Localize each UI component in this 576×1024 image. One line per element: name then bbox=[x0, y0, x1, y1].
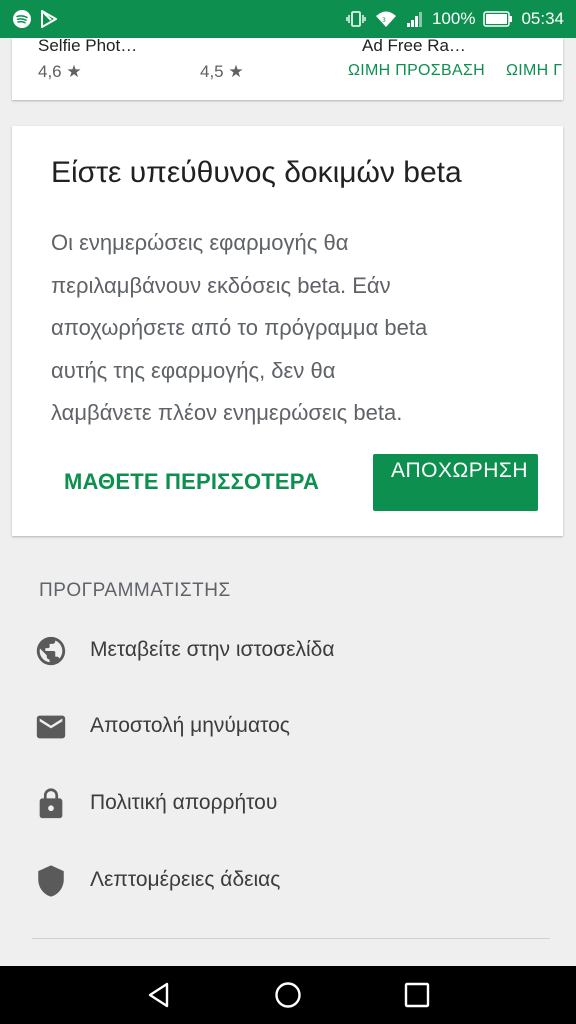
beta-description-line: αυτής της εφαρμογής, δεν θα bbox=[51, 357, 336, 383]
wifi-icon: 3 bbox=[374, 9, 398, 29]
system-navigation-bar bbox=[0, 966, 576, 1024]
developer-item-label: Πολιτική απορρήτου bbox=[90, 791, 278, 814]
globe-icon bbox=[34, 634, 68, 668]
similar-apps-card: Selfie Phot… 4,6 ★ 4,5 ★ Ad Free Ra… ΩΙΜ… bbox=[12, 38, 563, 100]
developer-item-website[interactable]: Μεταβείτε στην ιστοσελίδα bbox=[0, 622, 576, 682]
app-rating: 4,5 ★ bbox=[200, 62, 244, 81]
app-access-label: ΩΙΜΗ ΠΡΟΣΒΑΣΗ bbox=[348, 62, 485, 79]
app-name: Selfie Phot… bbox=[38, 38, 138, 55]
app-rating: 4,6 ★ bbox=[38, 62, 82, 81]
beta-title: Είστε υπεύθυνος δοκιμών beta bbox=[51, 156, 462, 189]
home-icon[interactable] bbox=[272, 979, 304, 1011]
developer-item-privacy[interactable]: Πολιτική απορρήτου bbox=[0, 775, 576, 835]
developer-item-label: Αποστολή μηνύματος bbox=[90, 714, 290, 737]
app-access-label: ΩΙΜΗ Γ bbox=[506, 62, 563, 79]
back-icon[interactable] bbox=[143, 979, 175, 1011]
play-store-notification-icon bbox=[40, 9, 58, 29]
developer-item-license[interactable]: Λεπτομέρειες άδειας bbox=[0, 852, 576, 912]
clock: 05:34 bbox=[521, 9, 564, 28]
vibrate-icon bbox=[346, 9, 366, 29]
recents-icon[interactable] bbox=[401, 979, 433, 1011]
beta-tester-card: Είστε υπεύθυνος δοκιμών beta Οι ενημερώσ… bbox=[12, 126, 563, 536]
developer-item-label: Λεπτομέρειες άδειας bbox=[90, 868, 281, 891]
spotify-icon bbox=[12, 9, 32, 29]
developer-section-header: ΠΡΟΓΡΑΜΜΑΤΙΣΤΗΣ bbox=[39, 580, 231, 601]
app-name: Ad Free Ra… bbox=[362, 38, 466, 55]
beta-description-line: περιλαμβάνουν εκδόσεις beta. Εάν bbox=[51, 272, 391, 298]
battery-icon bbox=[483, 11, 513, 27]
battery-percent: 100% bbox=[431, 9, 476, 28]
lock-icon bbox=[34, 787, 68, 821]
shield-icon bbox=[34, 864, 68, 898]
beta-description-line: αποχωρήσετε από το πρόγραμμα beta bbox=[51, 315, 428, 340]
status-bar: 3 100% 05:34 bbox=[0, 0, 576, 38]
beta-description: Οι ενημερώσεις εφαρμογής θα περιλαμβάνου… bbox=[51, 222, 521, 435]
leave-beta-button[interactable]: ΑΠΟΧΩΡΗΣΗ bbox=[373, 454, 538, 511]
developer-item-label: Μεταβείτε στην ιστοσελίδα bbox=[90, 638, 335, 661]
svg-text:3: 3 bbox=[382, 17, 386, 24]
email-icon bbox=[34, 710, 68, 744]
beta-description-line: Οι ενημερώσεις εφαρμογής θα bbox=[51, 230, 349, 255]
divider bbox=[32, 938, 550, 939]
beta-description-line: λαμβάνετε πλέον ενημερώσεις beta. bbox=[51, 400, 403, 425]
learn-more-button[interactable]: ΜΑΘΕΤΕ ΠΕΡΙΣΣΟΤΕΡΑ bbox=[64, 469, 319, 495]
developer-item-email[interactable]: Αποστολή μηνύματος bbox=[0, 698, 576, 758]
signal-icon bbox=[406, 10, 424, 28]
